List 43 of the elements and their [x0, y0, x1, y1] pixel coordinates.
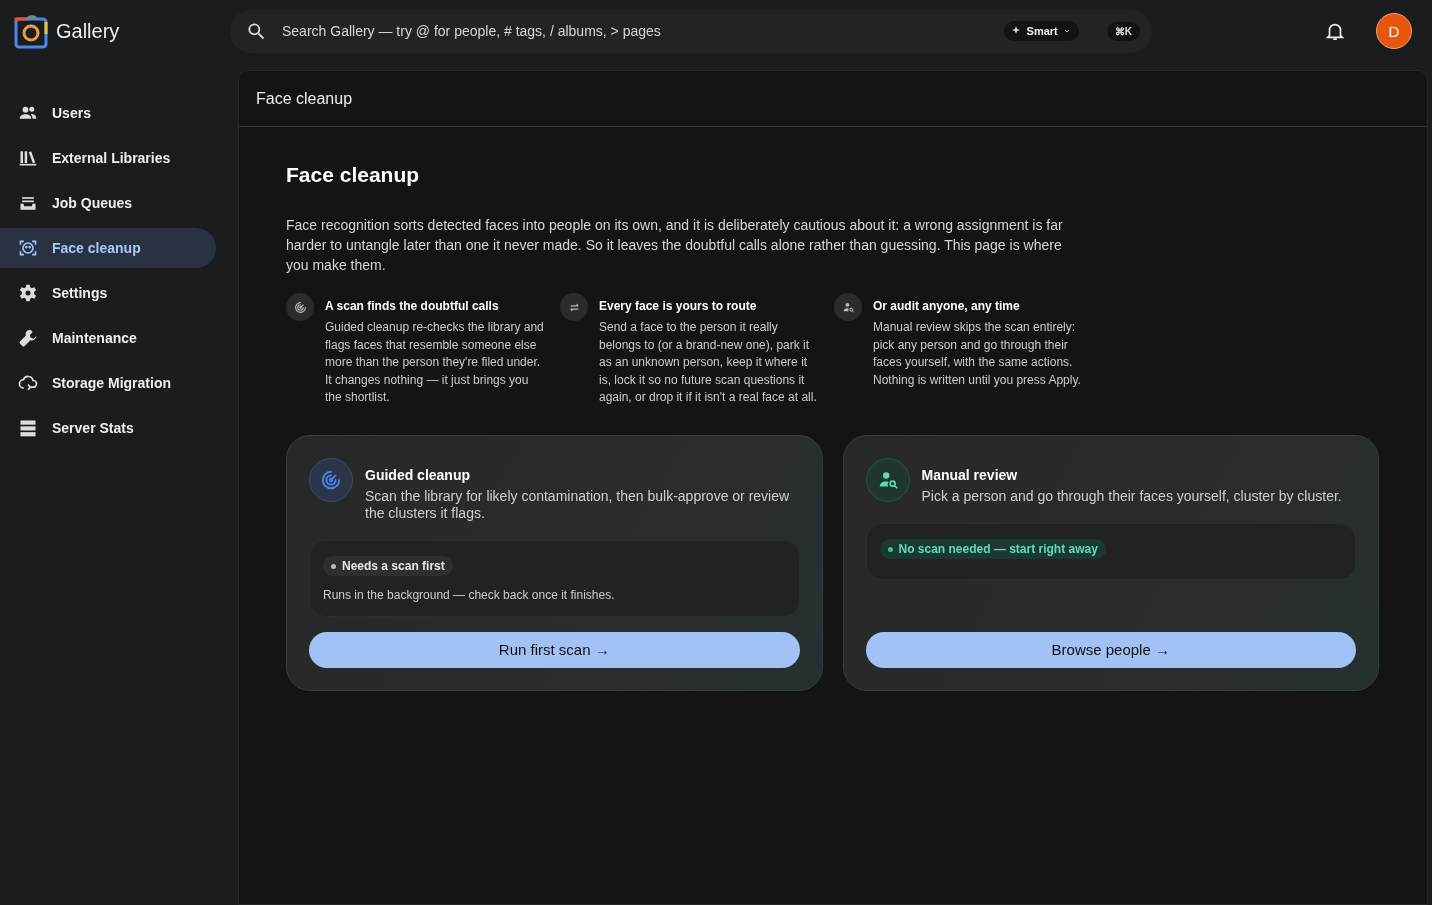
cloud-sync-icon: [18, 373, 38, 393]
logo-icon: [14, 13, 50, 49]
page-header: Face cleanup: [239, 71, 1427, 127]
feature-title: Or audit anyone, any time: [873, 299, 1021, 313]
sidebar-item[interactable]: Server Stats: [0, 408, 216, 448]
chevron-down-icon: [1062, 27, 1071, 35]
action-button[interactable]: Run first scan →: [309, 631, 800, 668]
card-title: Guided cleanup: [365, 466, 471, 483]
feature-title: Every face is yours to route: [599, 299, 758, 313]
sidebar-item[interactable]: Settings: [0, 273, 216, 313]
radar-icon: [293, 300, 307, 314]
server-icon: [18, 418, 38, 438]
radar-icon: [320, 468, 342, 491]
card-description: Pick a person and go through their faces yourself, cluster by cluster.: [921, 487, 1342, 505]
feature-title: A scan finds the doubtful calls: [325, 299, 500, 313]
sidebar-item[interactable]: Maintenance: [0, 318, 216, 358]
feature-text: Manual review skips the scan entirely: pick any person and go through their faces yourself, with the same actions. Nothing is written until you press Apply.: [873, 319, 1082, 389]
app-name: Gallery: [56, 19, 120, 43]
search-icon: [246, 21, 266, 41]
wrench-icon: [18, 328, 38, 348]
search-field[interactable]: Search Gallery — try @ for people, # tags, / albums, > pages Smart ⌘K: [230, 9, 1152, 53]
sparkle-icon: [1011, 26, 1022, 36]
sidebar-item[interactable]: Face cleanup: [0, 228, 216, 268]
sidebar-item[interactable]: Users: [0, 93, 216, 133]
shortcut-hint: ⌘K: [1106, 21, 1140, 41]
card-title: Manual review: [921, 466, 1019, 483]
person-search-icon: [841, 300, 855, 314]
status-note: Runs in the background — check back once it finishes.: [323, 588, 616, 602]
smart-mode-dropdown[interactable]: Smart: [1003, 21, 1079, 41]
feature-text: Send a face to the person it really belongs to (or a brand-new one), park it as an unknown person, keep it where it is, lock it so no future scan questions it again, or drop it if it isn't a real face at all.: [599, 319, 818, 406]
user-avatar[interactable]: D: [1376, 13, 1412, 49]
page-title: Face cleanup: [286, 163, 421, 187]
library-icon: [18, 148, 38, 168]
action-button[interactable]: Browse people →: [865, 631, 1356, 668]
feature-text: Guided cleanup re-checks the library and flags faces that resemble someone else more than the person they're filed under. It changes nothing — it just brings you the shortlist.: [325, 319, 545, 406]
status-chip: No scan needed — start right away: [879, 539, 1106, 559]
intro-paragraph: Face recognition sorts detected faces into people on its own, and it is deliberately cautious about it: a wrong assignment is far harder to untangle later than one it never made. So it leaves the doubtful calls alone rather than guessing. This page is where you make them.: [286, 216, 1064, 275]
sidebar-item[interactable]: Storage Migration: [0, 363, 216, 403]
settings-icon: [18, 283, 38, 303]
card-description: Scan the library for likely contamination, then bulk-approve or review the clusters it flags.: [365, 487, 791, 522]
status-chip: Needs a scan first: [323, 556, 453, 576]
sidebar-item[interactable]: External Libraries: [0, 138, 216, 178]
sidebar-item[interactable]: Job Queues: [0, 183, 216, 223]
